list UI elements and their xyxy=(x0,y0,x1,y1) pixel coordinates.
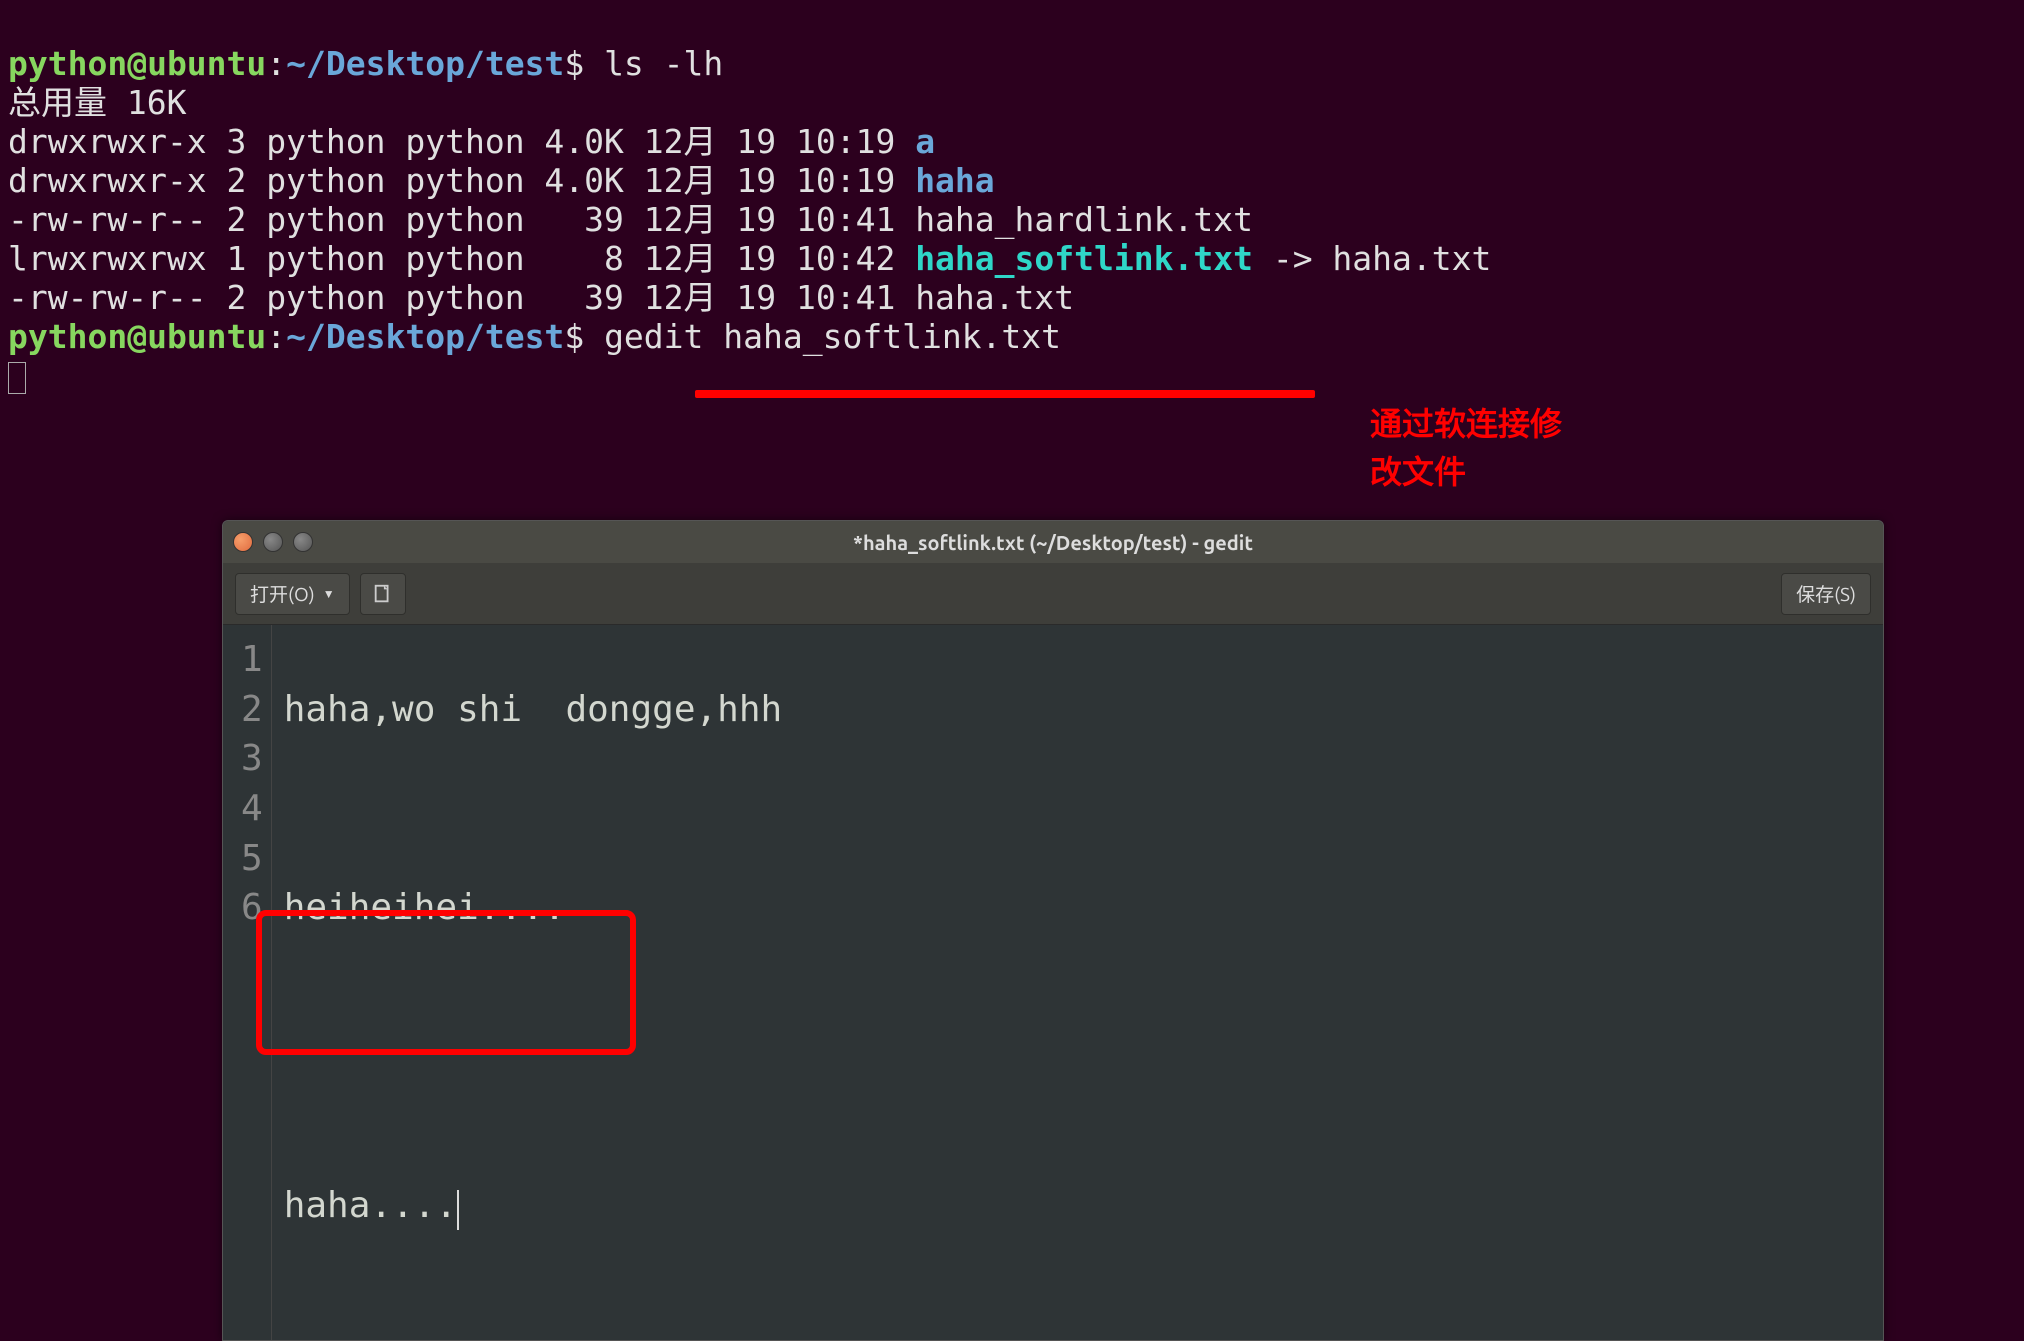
prompt-path: ~/Desktop/test xyxy=(286,317,564,356)
window-controls xyxy=(233,532,313,552)
line-gutter: 1 2 3 4 5 6 xyxy=(223,625,272,1340)
terminal-output[interactable]: python@ubuntu:~/Desktop/test$ ls -lh 总用量… xyxy=(0,0,2024,401)
file-name: haha_hardlink.txt xyxy=(915,200,1253,239)
line-number: 6 xyxy=(241,883,263,933)
prompt-user: python@ubuntu xyxy=(8,317,266,356)
minimize-icon[interactable] xyxy=(263,532,283,552)
code-line: haha,wo shi dongge,hhh xyxy=(284,685,1871,735)
command: gedit haha_softlink.txt xyxy=(604,317,1061,356)
annotation-underline xyxy=(695,390,1315,398)
code-line: haha.... xyxy=(284,1181,1871,1231)
close-icon[interactable] xyxy=(233,532,253,552)
code-line xyxy=(284,1082,1871,1132)
toolbar: 打开(O) ▼ 保存(S) xyxy=(223,563,1883,625)
save-button[interactable]: 保存(S) xyxy=(1781,573,1871,615)
file-name: a xyxy=(915,122,935,161)
prompt-dollar: $ xyxy=(564,317,584,356)
text-cursor xyxy=(457,1190,459,1230)
terminal-cursor xyxy=(8,362,26,394)
code-line xyxy=(284,983,1871,1033)
titlebar[interactable]: *haha_softlink.txt (~/Desktop/test) - ge… xyxy=(223,521,1883,563)
ls-row: lrwxrwxrwx 1 python python 8 12月 19 10:4… xyxy=(8,239,915,278)
code-line xyxy=(284,784,1871,834)
command: ls -lh xyxy=(604,44,723,83)
gedit-window[interactable]: *haha_softlink.txt (~/Desktop/test) - ge… xyxy=(222,520,1884,1341)
total-line: 总用量 16K xyxy=(8,83,186,122)
line-number: 3 xyxy=(241,734,263,784)
line-number: 4 xyxy=(241,784,263,834)
open-button[interactable]: 打开(O) ▼ xyxy=(235,573,350,615)
annotation-line: 改文件 xyxy=(1370,448,1562,496)
ls-row: -rw-rw-r-- 2 python python 39 12月 19 10:… xyxy=(8,278,915,317)
code-line: heiheihei.... xyxy=(284,883,1871,933)
annotation-line: 通过软连接修 xyxy=(1370,400,1562,448)
file-name: haha_softlink.txt xyxy=(915,239,1253,278)
window-title: *haha_softlink.txt (~/Desktop/test) - ge… xyxy=(853,531,1253,554)
open-label: 打开(O) xyxy=(250,580,315,607)
prompt-user: python@ubuntu xyxy=(8,44,266,83)
chevron-down-icon: ▼ xyxy=(323,587,335,601)
prompt-sep: : xyxy=(266,44,286,83)
prompt-dollar: $ xyxy=(564,44,584,83)
new-document-icon xyxy=(372,583,394,605)
ls-row: drwxrwxr-x 3 python python 4.0K 12月 19 1… xyxy=(8,122,915,161)
new-tab-button[interactable] xyxy=(360,573,406,615)
ls-row: -rw-rw-r-- 2 python python 39 12月 19 10:… xyxy=(8,200,915,239)
prompt-sep: : xyxy=(266,317,286,356)
maximize-icon[interactable] xyxy=(293,532,313,552)
editor-area[interactable]: 1 2 3 4 5 6 haha,wo shi dongge,hhh heihe… xyxy=(223,625,1883,1340)
line-number: 1 xyxy=(241,635,263,685)
line-number: 2 xyxy=(241,685,263,735)
code-area[interactable]: haha,wo shi dongge,hhh heiheihei.... hah… xyxy=(272,625,1883,1340)
prompt-path: ~/Desktop/test xyxy=(286,44,564,83)
save-label: 保存(S) xyxy=(1796,580,1856,607)
annotation-text: 通过软连接修 改文件 xyxy=(1370,400,1562,496)
ls-row: drwxrwxr-x 2 python python 4.0K 12月 19 1… xyxy=(8,161,915,200)
symlink-target: -> haha.txt xyxy=(1253,239,1491,278)
line-number: 5 xyxy=(241,834,263,884)
file-name: haha.txt xyxy=(915,278,1074,317)
file-name: haha xyxy=(915,161,994,200)
